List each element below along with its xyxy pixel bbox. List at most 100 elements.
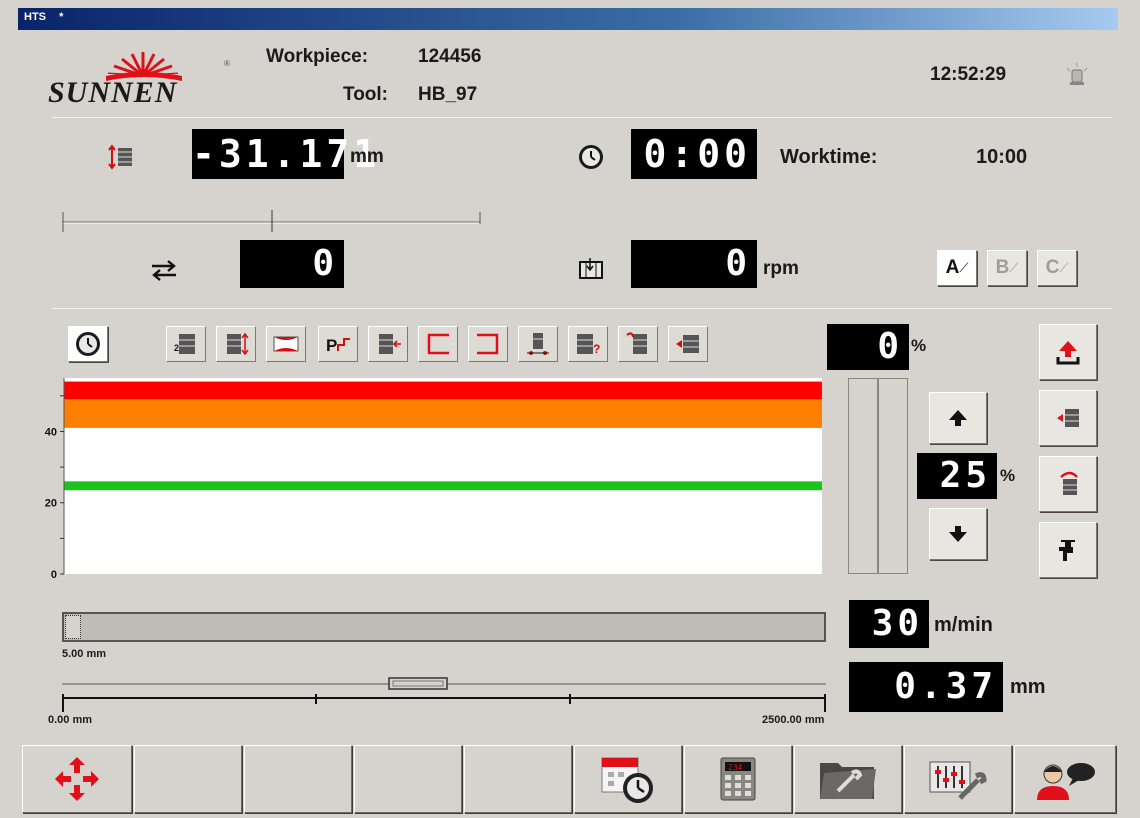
cycle-spread-button[interactable] xyxy=(216,326,256,362)
workpiece-value: 124456 xyxy=(418,46,482,67)
tool-c-label: C xyxy=(1045,257,1060,278)
tool-advance-button[interactable] xyxy=(668,326,708,362)
spindle-unit: rpm xyxy=(763,258,799,279)
readouts-divider xyxy=(52,308,1112,309)
timer-lcd: 0:00 xyxy=(631,129,757,179)
cycle-2-button[interactable]: 2 xyxy=(166,326,206,362)
arrow-down-icon xyxy=(949,526,967,542)
override-up-button[interactable] xyxy=(929,392,987,444)
svg-text:?: ? xyxy=(593,342,600,356)
tool-advance-icon xyxy=(1057,409,1079,427)
park-icon: P xyxy=(326,336,350,355)
load-chart: 0 20 40 xyxy=(45,378,822,581)
timer-clock-icon xyxy=(576,142,606,172)
worktime-value: 10:00 xyxy=(976,146,1028,168)
tool-label: Tool: xyxy=(343,84,389,105)
calculator-button[interactable]: 234 xyxy=(684,745,792,813)
settings-button[interactable] xyxy=(904,745,1012,813)
clock-view-button[interactable] xyxy=(68,326,108,362)
footer-empty-button-2[interactable] xyxy=(244,745,352,813)
bracket-left-icon xyxy=(427,333,449,355)
honing-icon xyxy=(273,336,299,352)
feed-lcd: 0.37 xyxy=(849,662,1003,712)
worktime-label: Worktime: xyxy=(780,146,878,168)
wrench-b-icon: ⟋ xyxy=(1009,260,1019,275)
calculator-icon: 234 xyxy=(720,757,756,801)
operator-messages-button[interactable] xyxy=(1014,745,1116,813)
feed-in-icon xyxy=(379,334,401,354)
operator-chat-icon xyxy=(1037,763,1095,800)
workpiece-label: Workpiece: xyxy=(266,46,369,67)
calendar-clock-icon xyxy=(601,757,653,803)
window-titlebar: HTS * xyxy=(18,8,1118,30)
beacon-light-icon[interactable] xyxy=(1062,62,1092,88)
footer-empty-button-1[interactable] xyxy=(134,745,242,813)
sunnen-logo: ® SUNNEN xyxy=(48,52,238,109)
tool-value: HB_97 xyxy=(418,84,478,105)
park-button[interactable]: P xyxy=(318,326,358,362)
tool-advance-button[interactable] xyxy=(1039,390,1097,446)
chart-area: 0 20 40 xyxy=(20,372,830,586)
tool-query-button[interactable]: ? xyxy=(568,326,608,362)
feed-unit: mm xyxy=(1010,676,1046,698)
spindle-lcd: 0 xyxy=(631,240,757,288)
tool-return-icon xyxy=(626,332,647,354)
arrow-up-icon xyxy=(949,410,967,426)
settings-tools-icon xyxy=(929,761,987,800)
chart-y-tick-label: 20 xyxy=(45,498,57,510)
schedule-button[interactable] xyxy=(574,745,682,813)
override-down-button[interactable] xyxy=(929,508,987,560)
unload-button[interactable] xyxy=(1039,324,1097,380)
tool-measure-icon xyxy=(527,333,549,355)
cycle-spread-icon xyxy=(227,332,249,356)
tool-query-icon: ? xyxy=(577,334,600,356)
tool-a-label: A xyxy=(945,257,960,278)
bracket-right-button[interactable] xyxy=(468,326,508,362)
position-scale xyxy=(62,672,828,712)
stroke-arrows-icon xyxy=(148,259,180,281)
tool-a-button[interactable]: A ⟋ xyxy=(937,250,977,286)
override-lcd: 25 xyxy=(917,453,997,499)
tool-b-label: B xyxy=(995,257,1010,278)
chart-y-tick-label: 40 xyxy=(45,426,57,438)
footer-empty-button-4[interactable] xyxy=(464,745,572,813)
override-unit: % xyxy=(1000,466,1016,485)
chart-band-orange xyxy=(64,399,822,428)
titlebar-star-icon: * xyxy=(59,11,64,23)
percent-top-lcd: 0 xyxy=(827,324,909,370)
wrench-a-icon: ⟋ xyxy=(959,260,969,275)
clock-display: 12:52:29 xyxy=(930,64,1007,85)
cycle-arrows-icon xyxy=(55,757,99,801)
tool-b-button[interactable]: B ⟋ xyxy=(987,250,1027,286)
position-unit: mm xyxy=(350,146,384,167)
tool-folder-icon xyxy=(820,763,876,799)
tool-return-icon xyxy=(1060,471,1078,495)
coolant-button[interactable] xyxy=(1039,522,1097,578)
position-axis-icon xyxy=(106,142,136,172)
tool-data-button[interactable] xyxy=(794,745,902,813)
honing-button[interactable] xyxy=(266,326,306,362)
stroke-lcd: 0 xyxy=(240,240,344,288)
tool-return-button[interactable] xyxy=(618,326,658,362)
footer-empty-button-3[interactable] xyxy=(354,745,462,813)
length-bar-marker xyxy=(65,615,81,639)
cycle-mode-button[interactable] xyxy=(22,745,132,813)
speed-unit: m/min xyxy=(934,614,993,636)
feed-in-button[interactable] xyxy=(368,326,408,362)
stroke-position-scale xyxy=(62,210,482,232)
chart-band-red xyxy=(64,381,822,400)
tool-advance-icon xyxy=(676,335,699,353)
svg-text:2: 2 xyxy=(174,343,179,353)
brand-text: SUNNEN xyxy=(48,76,178,109)
tool-c-button[interactable]: C ⟋ xyxy=(1037,250,1077,286)
length-label: 5.00 mm xyxy=(62,648,107,660)
tool-return-button[interactable] xyxy=(1039,456,1097,512)
bracket-left-button[interactable] xyxy=(418,326,458,362)
tool-measure-button[interactable] xyxy=(518,326,558,362)
svg-text:234: 234 xyxy=(728,763,743,772)
chart-y-tick-label: 0 xyxy=(51,569,57,581)
clock-icon xyxy=(76,332,100,356)
length-bar xyxy=(62,612,826,642)
scale-min-label: 0.00 mm xyxy=(48,714,93,726)
coolant-tap-icon xyxy=(1059,540,1075,561)
